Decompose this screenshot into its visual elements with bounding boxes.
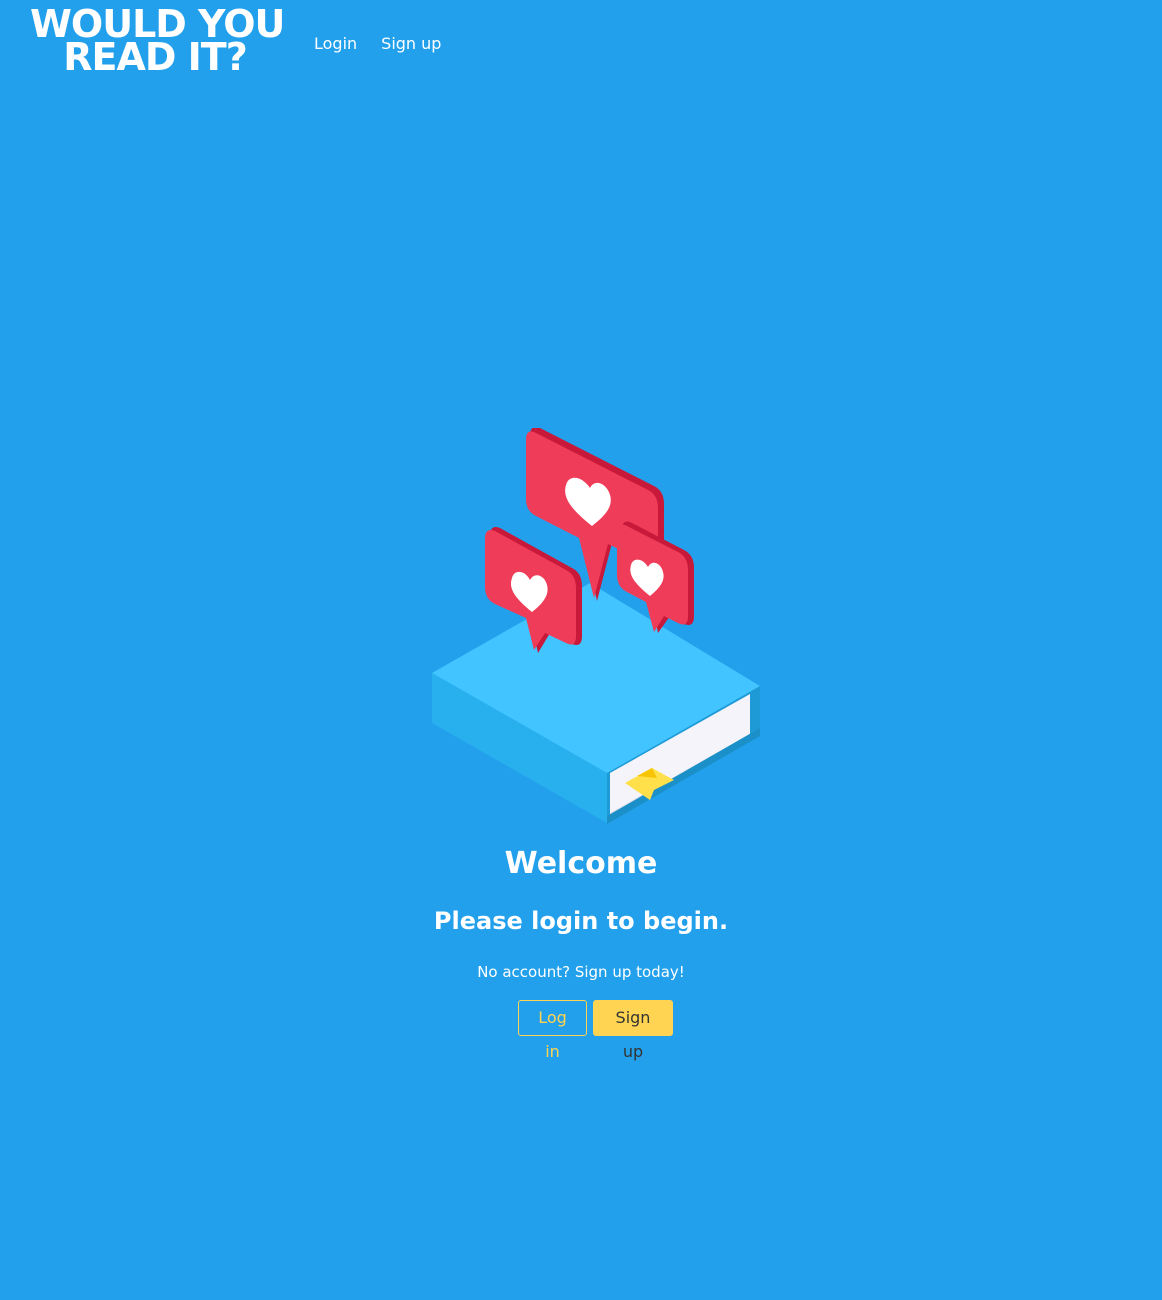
nav-links: Login Sign up: [314, 34, 441, 54]
signup-button[interactable]: Sign up: [593, 1000, 673, 1061]
login-button[interactable]: Log in: [518, 1000, 587, 1061]
auth-actions: Log in Sign up: [518, 1000, 673, 1061]
heart-bubble-left: [485, 527, 582, 653]
page: WOULD YOU READ IT? Login Sign up Welcome…: [0, 0, 1162, 1300]
welcome-heading: Welcome: [504, 846, 658, 881]
book-with-hearts-illustration: [432, 428, 762, 826]
nav-login-link[interactable]: Login: [314, 34, 357, 54]
navbar: WOULD YOU READ IT? Login Sign up: [0, 0, 1162, 90]
login-prompt-heading: Please login to begin.: [433, 907, 729, 935]
signup-prompt-text: No account? Sign up today!: [477, 963, 685, 981]
nav-signup-link[interactable]: Sign up: [381, 34, 441, 54]
brand-logo[interactable]: WOULD YOU READ IT?: [30, 5, 285, 80]
brand-line-2: READ IT?: [63, 35, 248, 79]
